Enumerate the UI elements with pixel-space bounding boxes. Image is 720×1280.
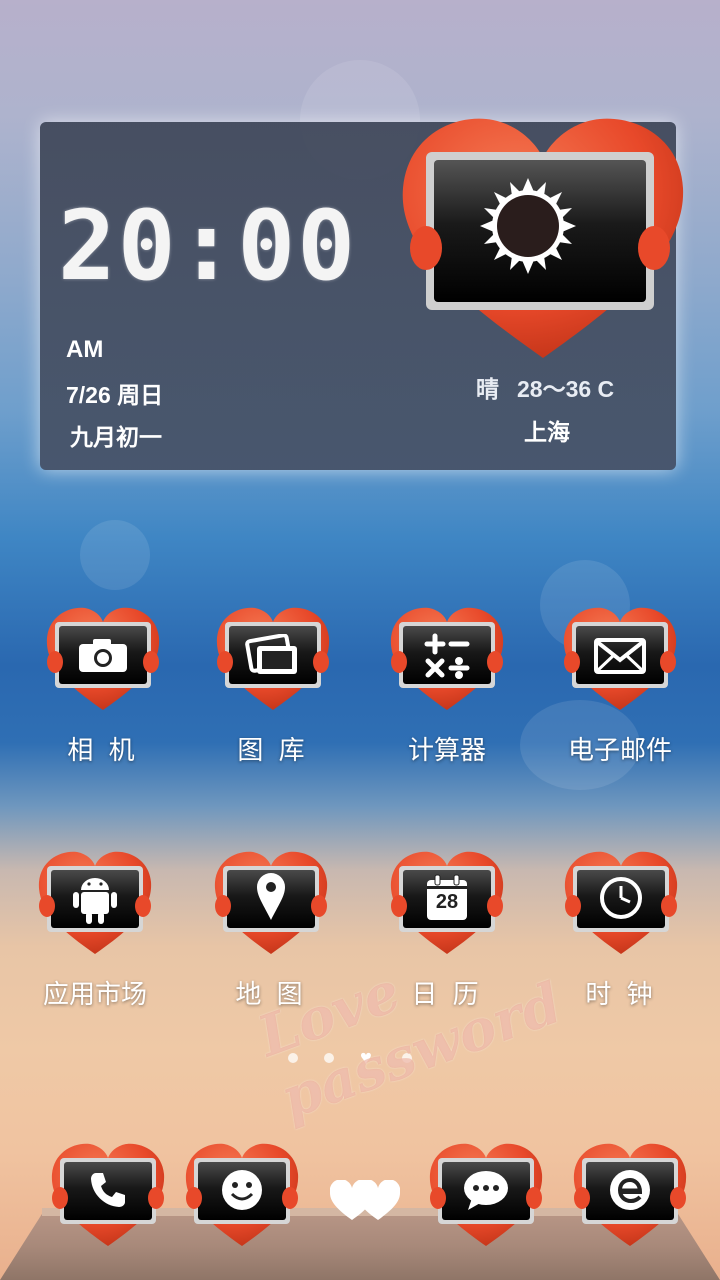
gallery-icon [245,633,301,683]
dock-phone[interactable] [48,1140,168,1250]
weather-info: 晴 28～36 C [476,370,614,404]
city-label: 上海 [524,419,570,445]
app-calculator[interactable]: 计算器 [362,604,532,767]
am-pm-label: AM [66,336,104,363]
phone-icon [88,1170,128,1215]
dock-browser[interactable] [570,1140,690,1250]
sun-icon [478,176,578,276]
app-label: 相 机 [67,735,139,765]
map-pin-icon [255,872,287,927]
app-email[interactable]: 电子邮件 [535,604,705,767]
app-label: 计算器 [407,735,486,765]
temperature-range: 28～36 C [517,376,615,402]
calendar-day-badge: 28 [435,891,459,913]
message-icon [462,1168,510,1217]
app-gallery[interactable]: 图 库 [188,604,358,767]
android-icon [73,874,117,929]
hearts-icon [329,1179,401,1220]
mail-icon [594,638,646,679]
app-label: 应用市场 [42,979,147,1009]
lunar-date-label: 九月初一 [70,424,162,450]
calculator-icon [423,632,471,685]
app-camera[interactable]: 相 机 [18,604,188,767]
bokeh [80,520,150,590]
dock-messages[interactable] [426,1140,546,1250]
dock-contacts[interactable] [182,1140,302,1250]
date-label: 7/26 周日 [66,382,164,408]
calendar-icon: 28 [425,874,469,922]
clock-time[interactable]: 20:00 [58,190,357,302]
app-drawer-button[interactable] [329,1179,401,1227]
smiley-icon [220,1168,264,1217]
app-label: 图 库 [237,735,309,765]
camera-icon [77,638,129,679]
app-label: 电子邮件 [567,735,672,765]
weather-condition: 晴 [476,376,499,402]
browser-icon [608,1168,652,1217]
app-market[interactable]: 应用市场 [10,848,180,1011]
